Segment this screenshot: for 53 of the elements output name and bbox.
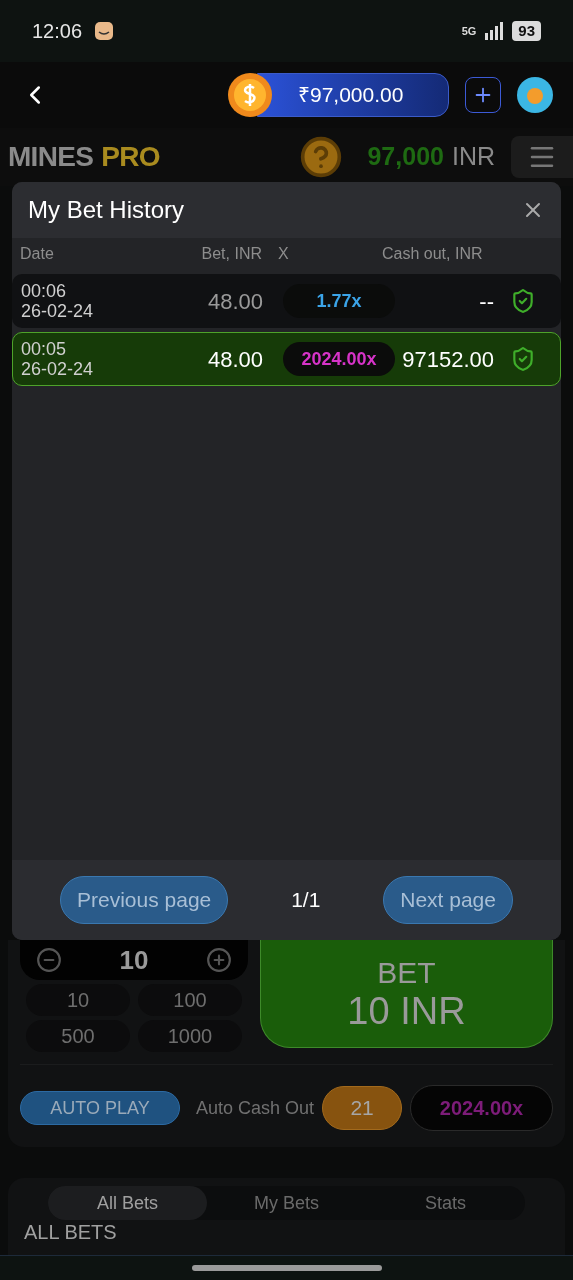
battery-level: 93: [512, 21, 541, 41]
amount-stepper[interactable]: 10: [20, 940, 248, 980]
bet-button[interactable]: BET 10 INR: [260, 940, 553, 1048]
balance-currency: INR: [451, 141, 495, 173]
column-header: Cash out, INR: [382, 244, 483, 264]
signal-icon: [484, 22, 505, 40]
bet-amount: 48.00: [206, 287, 263, 316]
wallet-balance[interactable]: ₹97,000.00: [257, 73, 449, 117]
amount-chip[interactable]: 500: [26, 1020, 130, 1052]
bets-tab[interactable]: All Bets: [48, 1186, 207, 1220]
help-icon[interactable]: [299, 135, 344, 179]
increase-icon[interactable]: [206, 947, 232, 973]
bet-date: 26-02-24: [21, 359, 95, 379]
bet-time: 00:06: [21, 281, 68, 301]
add-funds-button[interactable]: [465, 77, 501, 113]
auto-play-button[interactable]: AUTO PLAY: [20, 1091, 180, 1125]
previous-page-button[interactable]: Previous page: [60, 876, 229, 924]
multiplier-value: 1.77x: [316, 289, 362, 313]
avatar-icon[interactable]: [517, 77, 553, 113]
next-page-button[interactable]: Next page: [383, 876, 513, 924]
column-header: X: [278, 244, 290, 264]
cash-out-amount: --: [478, 287, 494, 316]
column-header: Bet, INR: [200, 244, 262, 264]
amount-chip[interactable]: 10: [26, 984, 130, 1016]
amount-chip[interactable]: 100: [138, 984, 242, 1016]
bets-tab[interactable]: Stats: [366, 1186, 525, 1220]
balance-amount: 97,000: [367, 141, 444, 173]
auto-multiplier-field[interactable]: 2024.00x: [410, 1085, 553, 1131]
shield-check-icon: [510, 346, 536, 372]
decrease-icon[interactable]: [36, 947, 62, 973]
section-title: ALL BETS: [24, 1220, 118, 1244]
bet-date: 26-02-24: [21, 301, 95, 321]
column-header: Date: [20, 244, 55, 264]
logo-pro: PRO: [101, 140, 160, 174]
auto-cash-out-field[interactable]: 21: [322, 1086, 403, 1130]
status-time: 12:06: [32, 19, 83, 44]
auto-cash-out-label: Auto Cash Out: [196, 1096, 315, 1120]
page-indicator: 1/1: [291, 887, 321, 914]
bet-amount-value: 10: [119, 943, 149, 977]
shield-check-icon: [510, 288, 536, 314]
cash-out-amount: 97152.00: [401, 345, 494, 374]
shopping-bag-icon: [94, 21, 115, 41]
history-row[interactable]: 00:06 26-02-24 48.00 1.77x --: [12, 274, 561, 328]
bets-tab[interactable]: My Bets: [207, 1186, 366, 1220]
menu-button[interactable]: [511, 136, 573, 178]
bet-amount: 48.00: [206, 345, 263, 374]
modal-title: My Bet History: [28, 195, 186, 225]
bet-time: 00:05: [21, 339, 68, 359]
network-label: 5G: [461, 23, 477, 39]
multiplier-value: 2024.00x: [301, 347, 377, 371]
history-row[interactable]: 00:05 26-02-24 48.00 2024.00x 97152.00: [12, 332, 561, 386]
logo-mines: MINES: [8, 140, 94, 174]
amount-chip[interactable]: 1000: [138, 1020, 242, 1052]
